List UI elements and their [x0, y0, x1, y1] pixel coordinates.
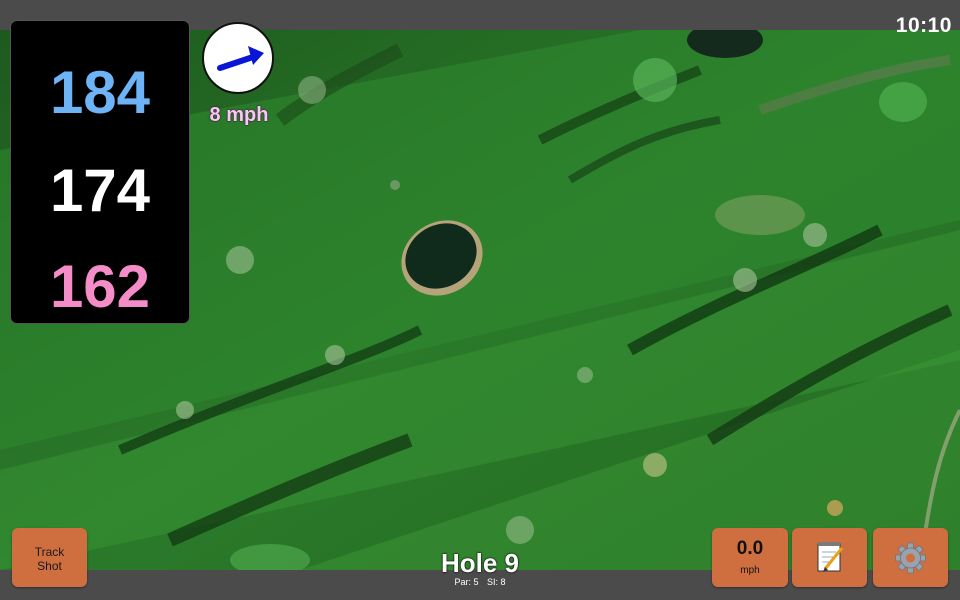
gear-icon	[895, 542, 926, 574]
speed-value: 0.0	[736, 538, 764, 559]
settings-button[interactable]	[873, 528, 948, 587]
wind-indicator	[202, 22, 274, 94]
track-shot-label-line2: Shot	[37, 559, 62, 573]
wind-direction-arrow-icon	[217, 46, 264, 71]
front-of-green-distance: 162	[49, 253, 151, 320]
distance-panel: 184 174 162	[11, 21, 189, 323]
track-shot-label-line1: Track	[34, 545, 65, 559]
back-of-green-distance: 184	[49, 59, 151, 126]
middle-of-green-distance: 174	[49, 157, 151, 224]
track-shot-label: Track Shot	[12, 545, 87, 573]
speed-button[interactable]: 0.0 mph	[712, 528, 788, 587]
hole-stroke-index: SI: 8	[487, 577, 506, 587]
hole-title: Hole 9	[440, 548, 520, 578]
track-shot-button[interactable]: Track Shot	[12, 528, 87, 587]
wind-speed-label: 8 mph	[209, 104, 269, 126]
notes-button[interactable]	[792, 528, 867, 587]
hole-par: Par: 5	[454, 577, 479, 587]
hole-info: Par: 5 SI: 8	[380, 577, 580, 587]
speed-unit: mph	[740, 565, 760, 576]
clock: 10:10	[895, 14, 952, 37]
notepad-icon	[817, 542, 844, 572]
